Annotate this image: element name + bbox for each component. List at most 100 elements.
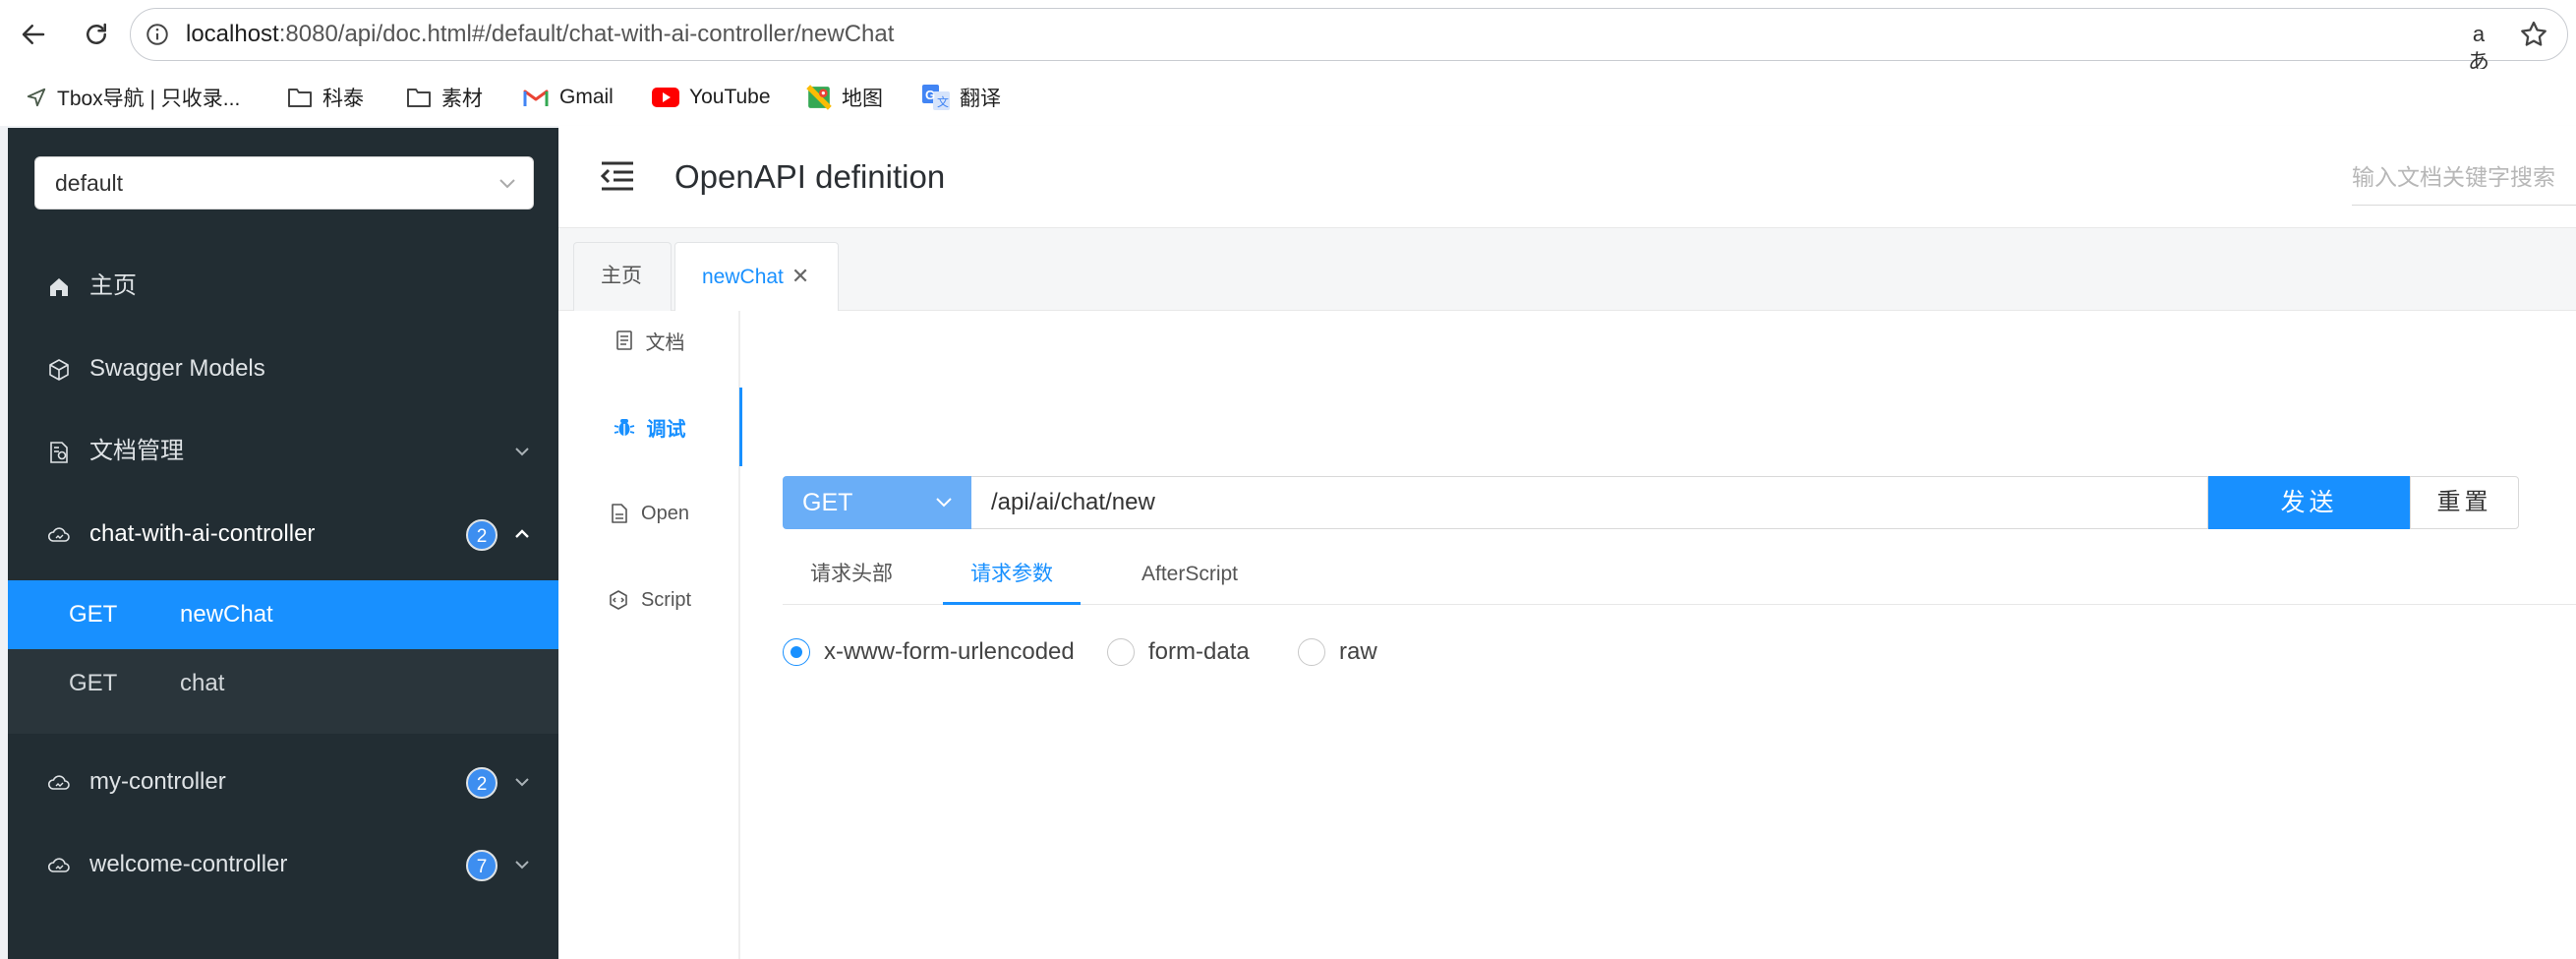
bug-icon [614,419,634,436]
radio-label: form-data [1148,638,1250,665]
svg-text:G: G [925,88,935,102]
vtab-open[interactable]: Open [558,470,740,557]
sidebar-item-label: my-controller [89,768,226,795]
bookmark-tbox[interactable]: Tbox导航 | 只收录... [26,82,240,113]
url-path: :8080/api/doc.html#/default/chat-with-ai… [278,21,895,47]
chevron-down-icon [515,861,529,869]
bookmark-folder-ketai[interactable]: 科泰 [287,82,364,113]
bookmark-youtube[interactable]: YouTube [652,82,771,113]
bookmarks-bar: Tbox导航 | 只收录... 科泰 素材 Gmail YouTube 地图 G… [0,69,2576,126]
chevron-down-icon [499,179,515,189]
sidebar-api-newchat[interactable]: GET newChat [8,580,558,649]
sidebar-item-chat-with-ai-controller[interactable]: chat-with-ai-controller 2 [8,500,558,569]
back-arrow-icon [22,25,45,44]
page-tabbar: 主页 newChat ✕ [558,228,2576,312]
main-panel: OpenAPI definition 主页 newChat ✕ 文档 调试 [558,126,2576,959]
doc-search-input[interactable] [2352,150,2576,205]
reload-button[interactable] [79,17,114,52]
sidebar-item-swagger-models[interactable]: Swagger Models [8,334,558,403]
bookmark-maps[interactable]: 地图 [806,82,883,113]
collapse-menu-icon[interactable] [600,160,635,192]
code-icon [610,590,627,610]
bookmark-translate[interactable]: G文 翻译 [922,82,1001,113]
radio-label: x-www-form-urlencoded [824,638,1075,665]
radio-dot [783,638,810,666]
group-select-value: default [55,170,124,196]
send-button[interactable]: 发送 [2208,476,2410,529]
sidebar-item-home[interactable]: 主页 [8,252,558,321]
tab-request-params[interactable]: 请求参数 [943,550,1081,605]
cloud-icon [47,527,70,542]
translate-page-icon[interactable]: aあ [2463,21,2494,74]
bookmark-label: 科泰 [322,88,364,110]
api-content: 文档 调试 Open Script GET /api/ai/chat/new 发… [558,311,2576,959]
sidebar-api-chat[interactable]: GET chat [8,649,558,734]
folder-icon [407,89,431,107]
bookmark-label: 素材 [441,88,483,110]
maps-icon [806,85,832,110]
tab-afterscript[interactable]: AfterScript [1111,550,1268,605]
main-header: OpenAPI definition [558,126,2576,228]
url-text[interactable]: localhost:8080/api/doc.html#/default/cha… [186,9,894,59]
api-method: GET [69,670,118,696]
knife4j-app: default 主页 Swagger Models 文档管理 chat-with… [0,126,2576,959]
api-method: GET [69,601,118,628]
count-badge: 2 [466,519,498,551]
api-name: newChat [180,601,273,628]
document-icon [615,330,632,350]
sidebar-item-welcome-controller[interactable]: welcome-controller 7 [8,830,558,899]
doc-search[interactable] [2352,150,2576,206]
group-select[interactable]: default [34,156,534,210]
folder-icon [288,89,312,107]
bookmark-label: 地图 [842,88,883,110]
method-select[interactable]: GET [783,476,971,529]
radio-raw[interactable]: raw [1298,637,1377,667]
sidebar-item-label: 主页 [89,272,137,299]
info-icon[interactable] [145,22,170,47]
cloud-icon [47,775,70,790]
tab-label: 请求参数 [970,563,1053,585]
request-url-input[interactable] [971,477,2207,528]
param-tabs: 请求头部 请求参数 AfterScript [783,550,2576,605]
url-host: localhost [186,21,279,47]
sidebar: default 主页 Swagger Models 文档管理 chat-with… [8,128,558,959]
bookmark-label: 翻译 [960,88,1001,110]
count-badge: 7 [466,850,498,881]
sidebar-item-doc-manage[interactable]: 文档管理 [8,417,558,486]
close-icon[interactable]: ✕ [791,243,809,310]
bookmark-gmail[interactable]: Gmail [522,82,614,113]
radio-dot [1107,638,1135,666]
cloud-icon [47,858,70,872]
back-button[interactable] [16,17,51,52]
api-name: chat [180,670,225,696]
bookmark-label: Gmail [559,86,614,108]
gmail-icon [523,90,549,106]
request-url[interactable] [971,476,2208,529]
bookmark-label: Tbox导航 | 只收录... [57,88,241,110]
vtab-debug[interactable]: 调试 [558,384,742,470]
home-icon [50,278,68,296]
chevron-down-icon [936,498,952,508]
vtab-label: 调试 [646,418,686,441]
page-title: OpenAPI definition [674,158,946,195]
chevron-down-icon [515,448,529,456]
address-bar[interactable]: localhost:8080/api/doc.html#/default/cha… [130,8,2568,74]
sidebar-item-label: 文档管理 [89,438,184,464]
bookmark-folder-sucai[interactable]: 素材 [406,82,483,113]
radio-form-data[interactable]: form-data [1107,637,1250,667]
count-badge: 2 [466,767,498,799]
vtab-document[interactable]: 文档 [558,297,740,384]
reload-icon [87,23,106,44]
reset-button[interactable]: 重置 [2410,476,2519,529]
cube-icon [49,359,69,381]
bookmark-star-icon[interactable] [2518,19,2549,50]
chevron-down-icon [515,778,529,787]
send-arrow-icon [27,88,46,107]
sidebar-item-my-controller[interactable]: my-controller 2 [8,748,558,816]
doc-manage-icon [50,442,68,463]
tab-request-headers[interactable]: 请求头部 [783,550,920,605]
vertical-tabs: 文档 调试 Open Script [558,311,742,959]
vtab-script[interactable]: Script [558,557,740,643]
radio-urlencoded[interactable]: x-www-form-urlencoded [783,637,1075,667]
method-select-value: GET [802,489,853,516]
